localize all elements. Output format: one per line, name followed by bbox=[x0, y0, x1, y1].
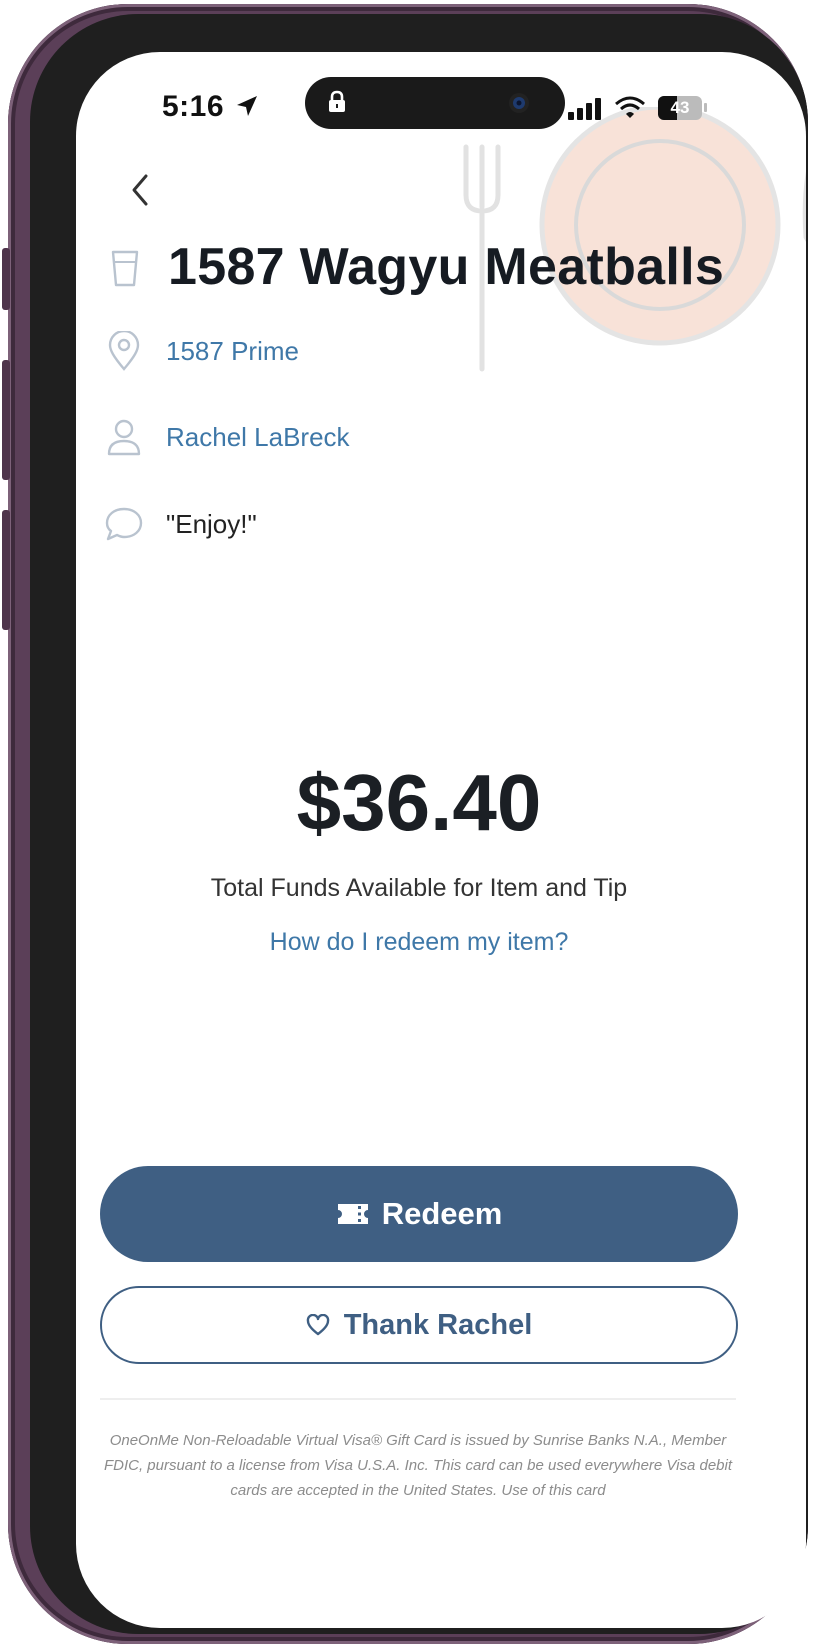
signal-icon bbox=[568, 98, 601, 120]
thank-button-label: Thank Rachel bbox=[343, 1308, 533, 1341]
item-title: 1587 Wagyu Meatballs bbox=[168, 238, 725, 296]
funds-label: Total Funds Available for Item and Tip bbox=[210, 874, 628, 902]
phone-bezel: 5:16 43 1587 Wagyu Meatballs 1587 Prime … bbox=[30, 14, 808, 1634]
back-chevron-icon[interactable] bbox=[122, 170, 162, 210]
volume-down-button bbox=[2, 510, 10, 630]
chat-bubble-icon bbox=[104, 504, 144, 544]
lock-icon bbox=[329, 90, 345, 112]
phone-frame: 5:16 43 1587 Wagyu Meatballs 1587 Prime … bbox=[2, 4, 808, 1644]
location-arrow-icon bbox=[236, 96, 257, 116]
ticket-icon bbox=[337, 1204, 368, 1224]
battery-icon: 43 bbox=[658, 96, 702, 120]
redeem-button[interactable]: Redeem bbox=[100, 1166, 738, 1262]
gift-message: "Enjoy!" bbox=[166, 508, 257, 539]
app-screen: 5:16 43 1587 Wagyu Meatballs 1587 Prime … bbox=[76, 52, 806, 1628]
status-time-text: 5:16 bbox=[162, 90, 225, 123]
sender-row[interactable]: Rachel LaBreck bbox=[104, 414, 350, 460]
heart-icon bbox=[306, 1314, 329, 1336]
volume-up-button bbox=[2, 360, 10, 480]
footer-divider bbox=[100, 1398, 736, 1400]
dynamic-island bbox=[305, 77, 565, 129]
wifi-icon bbox=[615, 96, 645, 118]
status-time: 5:16 bbox=[162, 90, 259, 124]
battery-cap bbox=[704, 103, 707, 112]
location-pin-icon bbox=[104, 331, 144, 371]
battery-level: 43 bbox=[670, 98, 690, 117]
redeem-help-link-text[interactable]: How do I redeem my item? bbox=[270, 928, 569, 956]
redeem-help-link[interactable]: How do I redeem my item? bbox=[76, 928, 762, 957]
status-indicators: 43 bbox=[568, 92, 768, 124]
funds-amount: $36.40 bbox=[296, 758, 542, 847]
sender-link[interactable]: Rachel LaBreck bbox=[166, 422, 350, 453]
redeem-button-label: Redeem bbox=[381, 1196, 503, 1231]
camera-icon bbox=[509, 93, 529, 113]
person-icon bbox=[104, 417, 144, 457]
cup-icon bbox=[111, 250, 139, 287]
action-button bbox=[2, 248, 10, 310]
message-row: "Enjoy!" bbox=[104, 501, 257, 547]
restaurant-link[interactable]: 1587 Prime bbox=[166, 336, 299, 367]
legal-disclaimer: OneOnMe Non-Reloadable Virtual Visa® Gif… bbox=[103, 1432, 733, 1498]
location-row[interactable]: 1587 Prime bbox=[104, 328, 299, 374]
thank-sender-button[interactable]: Thank Rachel bbox=[100, 1286, 738, 1364]
